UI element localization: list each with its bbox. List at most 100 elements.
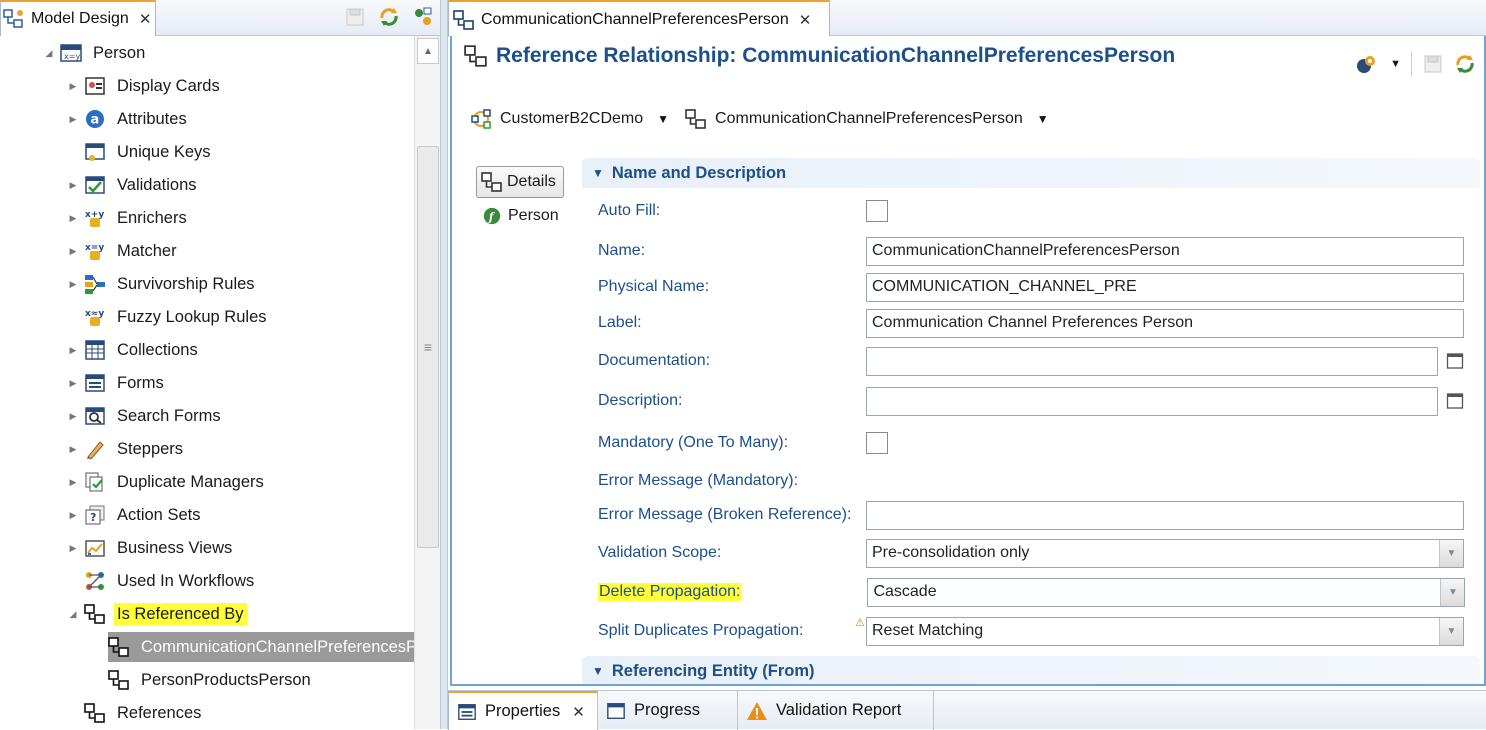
tree-item-used-in-workflows[interactable]: Used In Workflows [68,566,257,596]
tree-item-validations[interactable]: ▶ Validations [68,170,200,200]
label-input[interactable]: Communication Channel Preferences Person [866,308,1464,338]
tree-item-attributes[interactable]: ▶ a Attributes [68,104,190,134]
section-header[interactable]: ▼ Referencing Entity (From) [582,656,1480,684]
chevron-down-icon[interactable]: ▼ [657,112,669,126]
tree-item-survivorship-rules[interactable]: ▶ Survivorship Rules [68,269,258,299]
tree-item-unique-keys[interactable]: Unique Keys [68,137,214,167]
collapsed-arrow-icon[interactable]: ▶ [68,378,78,389]
save-disabled-icon[interactable] [344,6,366,28]
sync-icon[interactable] [378,6,400,28]
tree-item-enrichers[interactable]: ▶ x+y Enrichers [68,203,190,233]
tree-item-person-products-person[interactable]: PersonProductsPerson [108,665,314,695]
tab-communication-channel-preferences[interactable]: CommunicationChannelPreferencesPerson ✕ [448,0,830,37]
save-disabled-icon[interactable] [1422,53,1444,75]
collapse-icon[interactable]: ▼ [592,166,604,180]
collapse-icon[interactable]: ▼ [592,664,604,678]
referencing-entity-section: ▼ Referencing Entity (From) [582,656,1480,684]
physical-name-input[interactable]: COMMUNICATION_CHANNEL_PRE [866,272,1464,302]
description-label: Description: [598,392,683,409]
matcher-icon: x=y [84,240,106,262]
details-button[interactable]: Details [476,166,564,198]
chevron-down-icon[interactable]: ▼ [1439,539,1463,567]
auto-fill-row: Auto Fill: [598,196,1478,226]
edit-text-icon[interactable] [1446,392,1464,410]
panel-divider[interactable] [440,0,448,729]
close-icon[interactable]: ✕ [139,10,152,28]
chevron-down-icon[interactable]: ▼ [1439,617,1463,645]
tab-model-design[interactable]: Model Design ✕ [0,0,156,36]
mandatory-checkbox[interactable] [866,432,888,454]
error-broken-input[interactable] [866,500,1464,530]
tab-properties[interactable]: Properties ✕ [448,691,598,730]
model-sync-icon[interactable] [412,6,434,28]
collapsed-arrow-icon[interactable]: ▶ [68,81,78,92]
scroll-up-icon[interactable]: ▲ [417,38,439,64]
section-title: Referencing Entity (From) [611,661,815,680]
section-title: Name and Description [611,163,787,182]
tree-item-forms[interactable]: ▶ Forms [68,368,167,398]
tree-scrollbar[interactable]: ▲ ≡ [414,36,440,729]
name-input[interactable]: CommunicationChannelPreferencesPerson [866,236,1464,266]
section-header[interactable]: ▼ Name and Description [582,158,1480,188]
header-actions: ▼ [1354,52,1476,76]
validation-scope-select[interactable]: Pre-consolidation only ▼ [866,538,1464,568]
mandatory-label: Mandatory (One To Many): [598,434,789,451]
collapsed-arrow-icon[interactable]: ▶ [68,180,78,191]
person-link[interactable]: f Person [476,206,566,226]
split-duplicates-select[interactable]: ⚠ Reset Matching ▼ [855,616,1464,646]
tree-item-label: Display Cards [117,76,220,95]
collapsed-arrow-icon[interactable]: ▶ [68,411,78,422]
tree-item-search-forms[interactable]: ▶ Search Forms [68,401,224,431]
tree-item-person[interactable]: ◢ x=y Person [44,38,148,68]
tree-item-communication-channel-preferences[interactable]: CommunicationChannelPreferencesPe [108,632,414,662]
tree-item-fuzzy-lookup-rules[interactable]: x≈y Fuzzy Lookup Rules [68,302,270,332]
collapsed-arrow-icon[interactable]: ▶ [68,444,78,455]
model-design-icon [3,9,23,28]
tree-item-duplicate-managers[interactable]: ▶ Duplicate Managers [68,467,267,497]
tab-validation-report[interactable]: Validation Report [738,691,934,730]
description-input[interactable] [866,386,1438,416]
collapsed-arrow-icon[interactable]: ▶ [68,543,78,554]
tree-item-label: CommunicationChannelPreferencesPe [141,637,414,656]
gear-dropdown-icon[interactable] [1354,53,1380,75]
tree-item-collections[interactable]: ▶ Collections [68,335,201,365]
warning-icon [747,701,767,720]
delete-propagation-select[interactable]: Cascade ▼ [867,577,1466,607]
collapsed-arrow-icon[interactable]: ▶ [68,279,78,290]
expanded-arrow-icon[interactable]: ◢ [68,609,78,620]
breadcrumb-model[interactable]: CustomerB2CDemo [500,110,643,128]
split-duplicates-value: Reset Matching [872,622,984,639]
collapsed-arrow-icon[interactable]: ▶ [68,345,78,356]
collapsed-arrow-icon[interactable]: ▶ [68,246,78,257]
auto-fill-checkbox[interactable] [866,200,888,222]
physical-name-label: Physical Name: [598,278,710,295]
collapsed-arrow-icon[interactable]: ▶ [68,213,78,224]
tree-item-steppers[interactable]: ▶ Steppers [68,434,186,464]
sync-icon[interactable] [1454,53,1476,75]
collapsed-arrow-icon[interactable]: ▶ [68,510,78,521]
details-label: Details [507,173,556,190]
tree-item-action-sets[interactable]: ▶ ? Action Sets [68,500,203,530]
collapsed-arrow-icon[interactable]: ▶ [68,114,78,125]
edit-text-icon[interactable] [1446,352,1464,370]
tree-item-references[interactable]: References [84,698,204,728]
tree-item-label: Forms [117,373,164,392]
tab-progress[interactable]: Progress [598,691,738,730]
delete-propagation-row: Delete Propagation: Cascade ▼ [598,577,1478,607]
chevron-down-icon[interactable]: ▼ [1440,578,1465,606]
tree-item-is-referenced-by[interactable]: ◢ Is Referenced By [68,599,247,629]
chevron-down-icon[interactable]: ▼ [1390,58,1401,70]
tree-item-matcher[interactable]: ▶ x=y Matcher [68,236,180,266]
chevron-down-icon[interactable]: ▼ [1037,112,1049,126]
tree-item-business-views[interactable]: ▶ Business Views [68,533,235,563]
expanded-arrow-icon[interactable]: ◢ [44,48,54,59]
scrollbar-thumb[interactable]: ≡ [417,146,439,548]
close-icon[interactable]: ✕ [572,703,585,721]
close-icon[interactable]: ✕ [799,11,812,29]
warning-icon: ⚠ [855,616,865,629]
tab-validation-report-label: Validation Report [776,701,902,719]
collapsed-arrow-icon[interactable]: ▶ [68,477,78,488]
breadcrumb-relationship[interactable]: CommunicationChannelPreferencesPerson [715,110,1023,128]
documentation-input[interactable] [866,346,1438,376]
tree-item-display-cards[interactable]: ▶ Display Cards [68,71,223,101]
